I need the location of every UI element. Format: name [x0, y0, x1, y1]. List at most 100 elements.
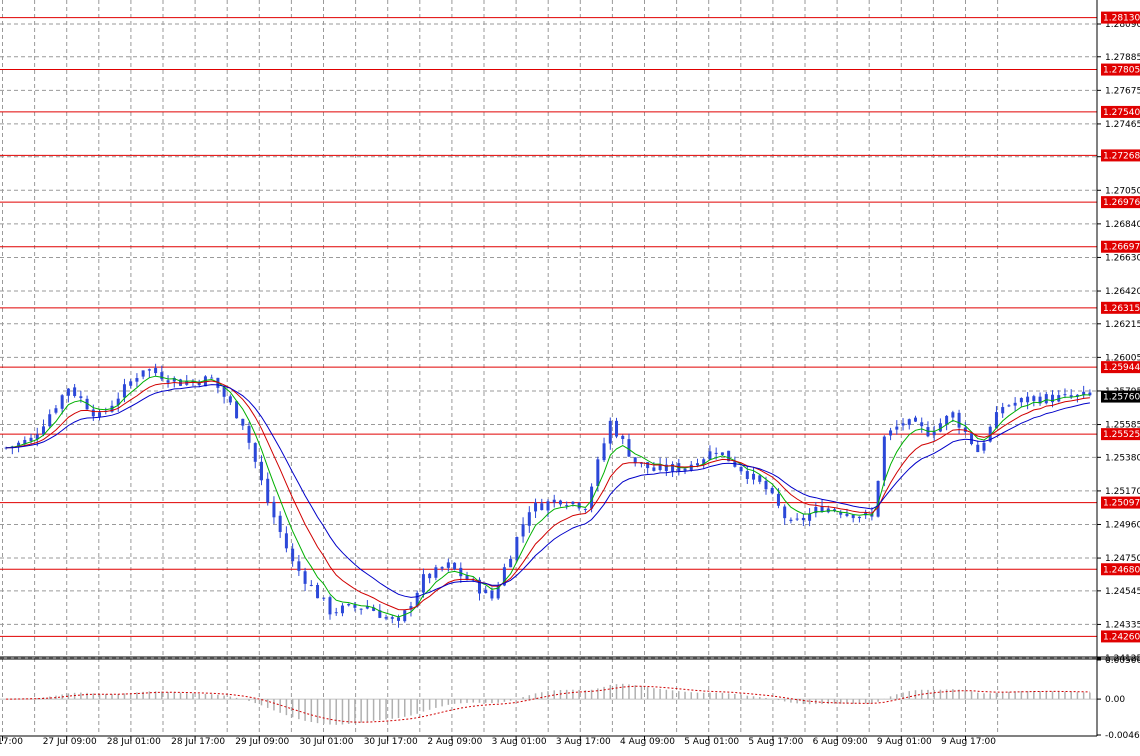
candle-body — [291, 548, 295, 562]
candle-body — [359, 608, 363, 610]
candle-body — [91, 409, 95, 417]
candle-body — [951, 412, 955, 418]
y-tick-label: 1.25170 — [1105, 487, 1140, 497]
candle-body — [434, 567, 438, 578]
x-tick-label: 4 Aug 09:00 — [620, 737, 675, 747]
candle-body — [421, 574, 425, 593]
candle-body — [122, 384, 126, 398]
candle-body — [602, 443, 606, 461]
candle-body — [284, 533, 288, 549]
y-tick-label: 1.25380 — [1105, 453, 1140, 463]
candle-body — [266, 478, 270, 503]
candle-body — [615, 420, 619, 437]
candle-body — [540, 503, 544, 511]
candle-body — [66, 388, 70, 396]
candle-body — [982, 442, 986, 451]
level-label: 1.26315 — [1103, 304, 1140, 314]
y-tick-label: 1.27675 — [1105, 86, 1140, 96]
candle-body — [98, 412, 102, 417]
candle-body — [384, 617, 388, 619]
candle-body — [135, 378, 139, 382]
candle-body — [73, 387, 77, 396]
candle-body — [758, 475, 762, 482]
candle-body — [994, 412, 998, 429]
candle-body — [851, 514, 855, 519]
candle-body — [453, 562, 457, 570]
x-tick-label: 9 Aug 17:00 — [941, 737, 996, 747]
x-tick-label: 5 Aug 17:00 — [748, 737, 803, 747]
candle-body — [48, 414, 52, 427]
candle-body — [397, 617, 401, 621]
candle-body — [235, 401, 239, 419]
candle-body — [895, 426, 899, 430]
candle-body — [241, 418, 245, 426]
candle-body — [764, 480, 768, 490]
candle-body — [907, 419, 911, 425]
candle-body — [403, 610, 407, 622]
candle-body — [783, 506, 787, 519]
candle-body — [1032, 396, 1036, 401]
y-tick-label: 1.26630 — [1105, 253, 1140, 263]
candle-body — [328, 597, 332, 615]
candle-body — [889, 430, 893, 436]
candle-body — [334, 612, 338, 614]
candle-body — [845, 513, 849, 516]
y-tick-label: 1.26215 — [1105, 320, 1140, 330]
ma-fast-line — [6, 375, 1090, 618]
trading-chart[interactable]: 1.280901.278851.276751.274651.272601.270… — [0, 0, 1140, 756]
candle-body — [459, 567, 463, 577]
candle-body — [552, 499, 556, 503]
x-tick-label: 6 Aug 09:00 — [813, 737, 868, 747]
level-label: 1.28130 — [1103, 14, 1140, 24]
candle-body — [259, 461, 263, 481]
candle-body — [515, 537, 519, 561]
candle-body — [1063, 394, 1067, 396]
candle-body — [546, 501, 550, 511]
candle-body — [446, 562, 450, 568]
candle-body — [708, 451, 712, 460]
candle-body — [920, 422, 924, 427]
candle-body — [353, 604, 357, 608]
level-label: 1.25525 — [1103, 430, 1140, 440]
candle-body — [60, 395, 64, 409]
candle-body — [646, 462, 650, 469]
candle-body — [340, 605, 344, 614]
candle-body — [801, 517, 805, 521]
candle-body — [316, 584, 320, 599]
y-tick-label: 1.27885 — [1105, 53, 1140, 63]
level-label: 1.24680 — [1103, 565, 1140, 575]
candle-body — [527, 512, 531, 526]
candle-body — [303, 571, 307, 584]
candle-body — [558, 500, 562, 505]
level-label: 1.26976 — [1103, 198, 1140, 208]
y-tick-label: 1.26420 — [1105, 287, 1140, 297]
candle-body — [596, 459, 600, 487]
current-price-label: 1.25760 — [1103, 393, 1140, 403]
candle-body — [957, 412, 961, 428]
candle-body — [795, 518, 799, 520]
x-tick-label: 5 Aug 01:00 — [684, 737, 739, 747]
candle-body — [683, 468, 687, 471]
candle-body — [857, 516, 861, 519]
candle-body — [166, 380, 170, 383]
x-tick-label: 29 Jul 09:00 — [235, 737, 289, 747]
candle-body — [79, 396, 83, 398]
candle-body — [714, 452, 718, 454]
candle-body — [141, 370, 145, 377]
candle-body — [571, 501, 575, 505]
candle-body — [770, 487, 774, 494]
candle-body — [720, 452, 724, 456]
candle-body — [945, 415, 949, 425]
level-label: 1.26697 — [1103, 243, 1140, 253]
x-tick-label: 30 Jul 17:00 — [364, 737, 418, 747]
candle-body — [776, 493, 780, 506]
candle-body — [1026, 396, 1030, 403]
candle-body — [695, 463, 699, 466]
y-tick-label: 1.27050 — [1105, 186, 1140, 196]
candle-body — [608, 420, 612, 444]
candle-body — [932, 431, 936, 436]
candle-body — [913, 417, 917, 422]
y-tick-label: 1.27465 — [1105, 120, 1140, 130]
x-tick-label: 3 Aug 17:00 — [556, 737, 611, 747]
y-tick-label: 1.24335 — [1105, 620, 1140, 630]
